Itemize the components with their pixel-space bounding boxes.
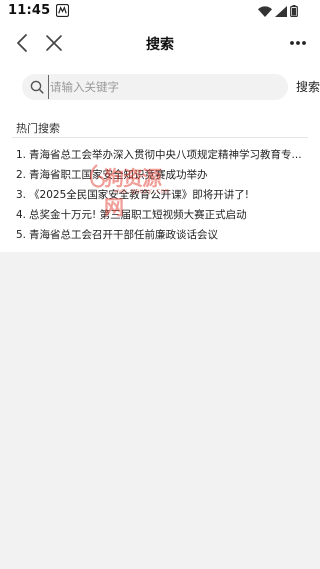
hot-search-item[interactable]: 1. 青海省总工会举办深入贯彻中央八项规定精神学习教育专... xyxy=(16,148,308,168)
status-time: 11:45 xyxy=(8,3,51,18)
search-button[interactable]: 搜索 xyxy=(296,78,320,95)
battery-icon xyxy=(290,5,298,17)
item-text: 青海省总工会召开干部任前廉政谈话会议 xyxy=(29,229,219,241)
item-number: 4. xyxy=(16,209,27,221)
wifi-icon xyxy=(258,5,272,17)
item-text: 青海省职工国家安全知识竞赛成功举办 xyxy=(29,169,208,181)
more-dots-icon[interactable] xyxy=(288,34,308,52)
search-icon xyxy=(30,80,44,94)
item-text: 青海省总工会举办深入贯彻中央八项规定精神学习教育专... xyxy=(29,149,302,161)
item-text: 《2025全民国家安全教育公开课》即将开讲了! xyxy=(29,189,249,201)
item-number: 3. xyxy=(16,189,27,201)
hot-search-list: 1. 青海省总工会举办深入贯彻中央八项规定精神学习教育专... 2. 青海省职工国家… xyxy=(16,148,308,248)
hot-search-item[interactable]: 2. 青海省职工国家安全知识竞赛成功举办 xyxy=(16,168,308,188)
app-notification-icon xyxy=(56,4,69,17)
content-panel: 11:45 搜索 请输入关键字 搜索 热门搜索 1. 青海省总工会举办深入贯彻中… xyxy=(0,0,320,252)
search-input[interactable] xyxy=(48,75,268,99)
signal-icon xyxy=(275,5,287,17)
item-number: 2. xyxy=(16,169,27,181)
item-text: 总奖金十万元! 第三届职工短视频大赛正式启动 xyxy=(29,209,247,221)
hot-search-item[interactable]: 3. 《2025全民国家安全教育公开课》即将开讲了! xyxy=(16,188,308,208)
item-number: 5. xyxy=(16,229,27,241)
close-icon[interactable] xyxy=(43,32,65,54)
hot-search-item[interactable]: 5. 青海省总工会召开干部任前廉政谈话会议 xyxy=(16,228,308,248)
divider xyxy=(12,137,308,138)
status-icons xyxy=(258,5,298,17)
chevron-left-icon[interactable] xyxy=(12,32,34,54)
hot-search-item[interactable]: 4. 总奖金十万元! 第三届职工短视频大赛正式启动 xyxy=(16,208,308,228)
status-bar: 11:45 xyxy=(0,0,320,24)
nav-bar: 搜索 xyxy=(0,26,320,62)
item-number: 1. xyxy=(16,149,27,161)
search-box[interactable] xyxy=(22,74,288,100)
hot-search-title: 热门搜索 xyxy=(16,122,60,135)
